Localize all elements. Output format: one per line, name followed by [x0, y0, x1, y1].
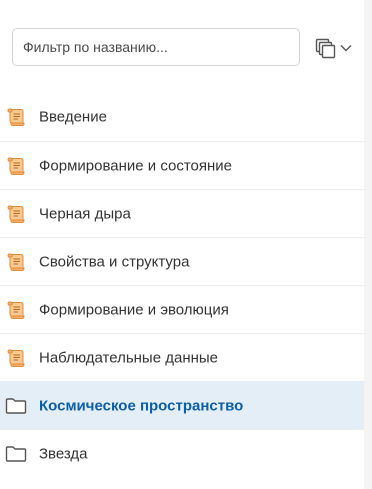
list-item-label: Наблюдательные данные	[39, 349, 219, 366]
list-item-label: Формирование и состояние	[39, 157, 233, 174]
scroll-icon	[5, 251, 27, 273]
scroll-icon	[5, 347, 27, 369]
scrollbar-track[interactable]	[364, 0, 372, 489]
list-item[interactable]: Введение	[0, 93, 364, 141]
list-item[interactable]: Космическое пространство	[0, 381, 364, 429]
list-item[interactable]: Формирование и состояние	[0, 141, 364, 189]
topic-list: Введение Формирование и состояние Черная д…	[0, 93, 364, 477]
list-item-label: Свойства и структура	[39, 253, 190, 270]
topic-list-panel: Введение Формирование и состояние Черная д…	[0, 0, 372, 489]
stacked-pages-icon	[315, 38, 336, 59]
folder-icon	[5, 395, 27, 417]
list-item-label: Формирование и эволюция	[39, 301, 229, 318]
list-item-label: Черная дыра	[39, 205, 131, 222]
filter-input[interactable]	[12, 28, 300, 66]
list-item[interactable]: Формирование и эволюция	[0, 285, 364, 333]
filter-bar	[12, 28, 362, 68]
list-item-label: Звезда	[39, 445, 88, 462]
view-options-button[interactable]	[314, 34, 358, 62]
chevron-down-icon	[340, 45, 352, 52]
folder-icon	[5, 443, 27, 465]
list-item[interactable]: Черная дыра	[0, 189, 364, 237]
list-item-label: Введение	[39, 108, 107, 126]
scroll-icon	[5, 203, 27, 225]
list-item-label: Космическое пространство	[39, 397, 244, 414]
scroll-icon	[5, 106, 27, 128]
scroll-icon	[5, 299, 27, 321]
list-item[interactable]: Свойства и структура	[0, 237, 364, 285]
scroll-icon	[5, 155, 27, 177]
list-item[interactable]: Наблюдательные данные	[0, 333, 364, 381]
list-item[interactable]: Звезда	[0, 429, 364, 477]
